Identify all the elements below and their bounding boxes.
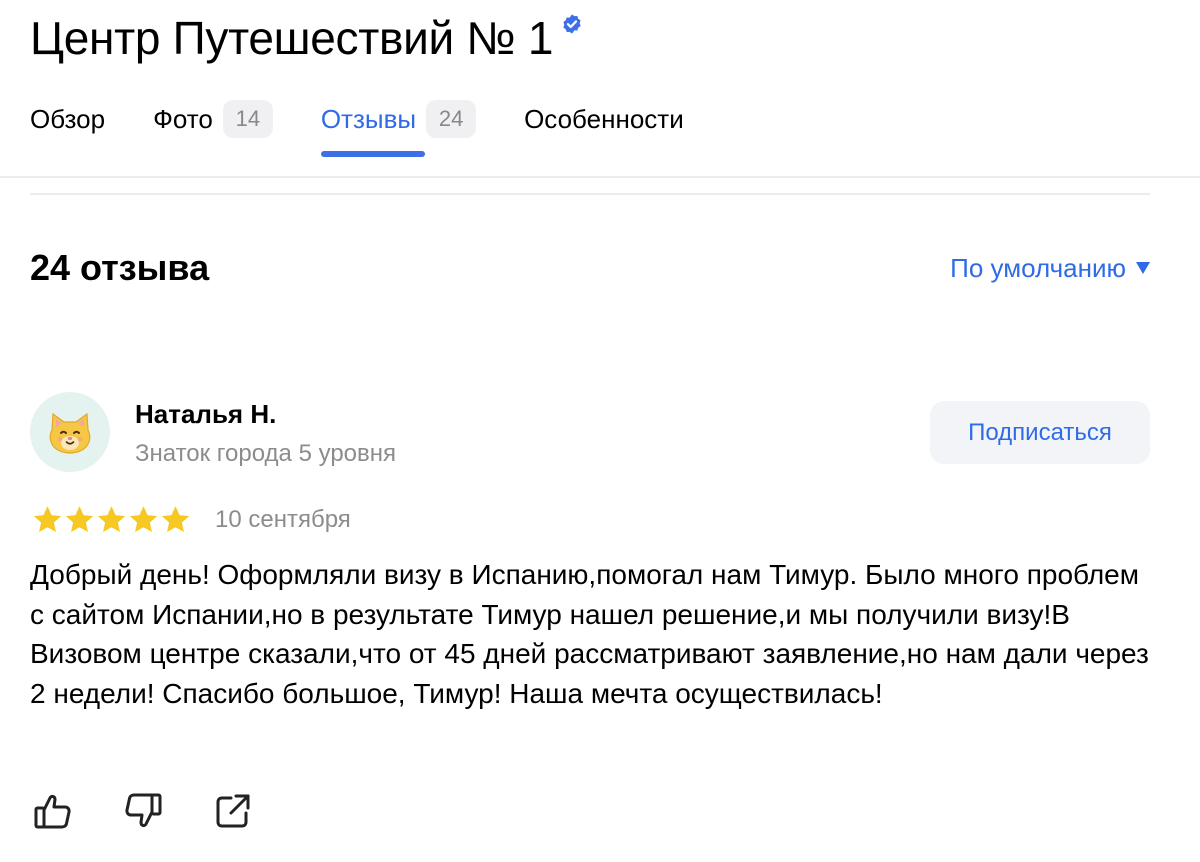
- tab-reviews[interactable]: Отзывы 24: [320, 96, 477, 158]
- share-icon[interactable]: [212, 790, 254, 832]
- review-text: Добрый день! Оформляли визу в Испанию,по…: [30, 559, 1149, 709]
- title-row: Центр Путешествий № 1: [30, 10, 583, 66]
- tab-features[interactable]: Особенности: [524, 96, 684, 158]
- active-tab-indicator: [320, 151, 425, 157]
- sort-label: По умолчанию: [950, 253, 1126, 283]
- cat-face-icon: [49, 412, 91, 454]
- subscribe-button[interactable]: Подписаться: [930, 401, 1150, 464]
- review-date: 10 сентября: [215, 506, 351, 533]
- review-actions: [32, 790, 302, 832]
- section-divider: [30, 193, 1150, 195]
- tab-photos[interactable]: Фото 14: [153, 96, 273, 158]
- tab-label: Особенности: [524, 104, 684, 134]
- star-icon: [33, 506, 62, 532]
- chevron-down-icon: [1136, 262, 1150, 274]
- reviews-count-heading: 24 отзыва: [30, 247, 210, 288]
- thumbs-up-icon[interactable]: [32, 790, 74, 832]
- tab-label: Отзывы: [320, 104, 417, 134]
- author-name[interactable]: Наталья Н.: [135, 396, 276, 432]
- tab-count-badge: 24: [426, 100, 477, 138]
- tabs-divider: [0, 176, 1200, 178]
- star-icon: [129, 506, 158, 532]
- tab-bar: Обзор Фото 14 Отзывы 24 Особенности: [30, 96, 732, 158]
- tab-label: Обзор: [30, 104, 106, 134]
- star-icon: [161, 506, 190, 532]
- star-icon: [97, 506, 126, 532]
- page-title: Центр Путешествий № 1: [30, 12, 554, 64]
- tab-label: Фото: [153, 104, 213, 134]
- sort-dropdown[interactable]: По умолчанию: [950, 250, 1150, 286]
- verified-check-icon: [563, 14, 581, 34]
- author-level: Знаток города 5 уровня: [135, 440, 397, 467]
- tab-count-badge: 14: [222, 100, 273, 138]
- rating-stars: [32, 505, 192, 534]
- tab-overview[interactable]: Обзор: [30, 96, 105, 158]
- star-icon: [65, 506, 94, 532]
- thumbs-down-icon[interactable]: [122, 790, 164, 832]
- avatar[interactable]: [30, 392, 110, 472]
